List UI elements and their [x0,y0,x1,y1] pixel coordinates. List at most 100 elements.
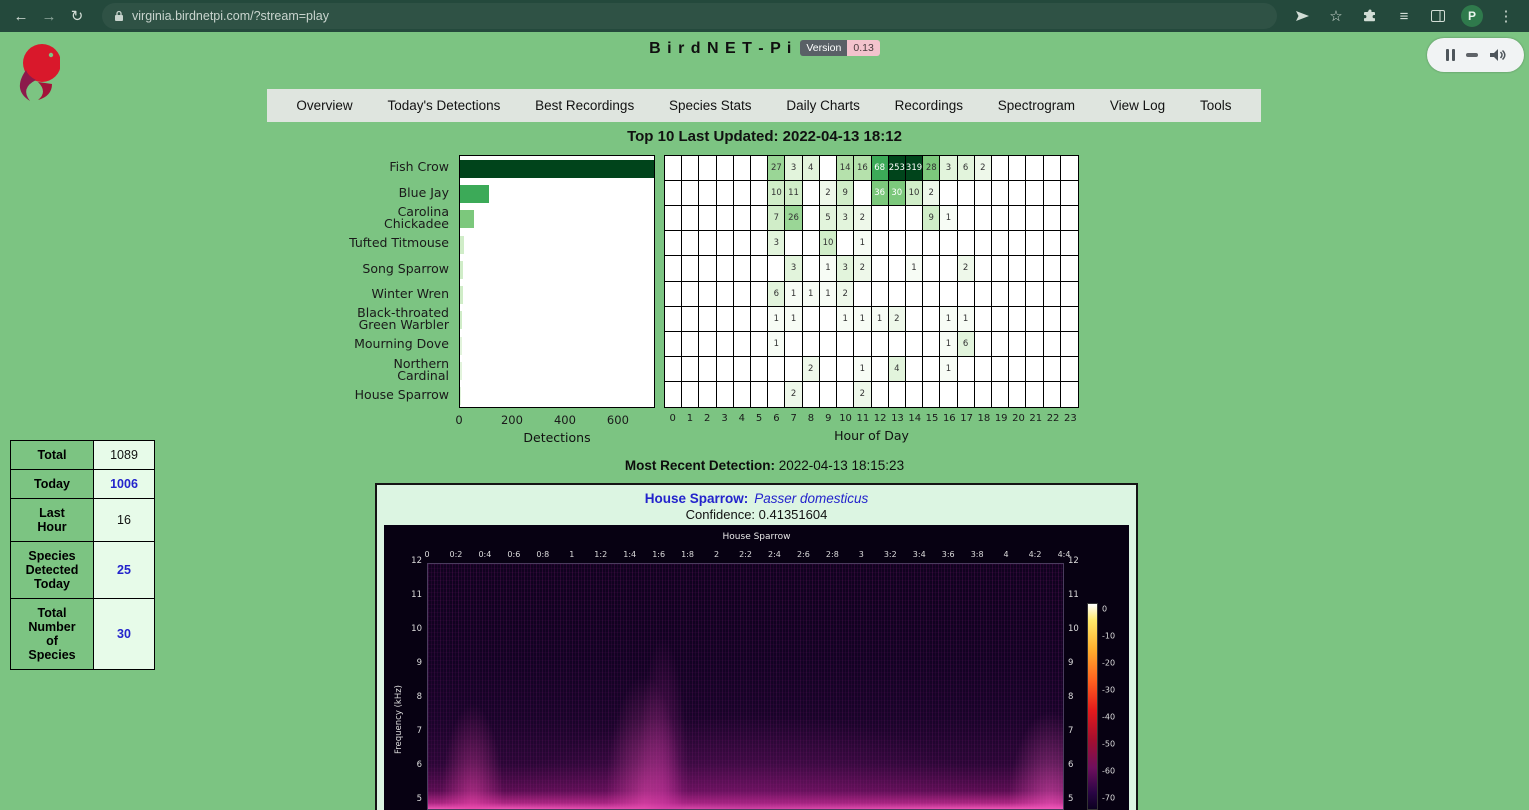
hour-tick-10: 10 [837,413,854,424]
spec-time-tick: 4:2 [1029,550,1042,559]
heatmap-cell [820,156,837,181]
heatmap-cell [889,282,906,307]
heatmap-cell [682,231,699,256]
spec-freq-tick-left: 6 [384,760,422,770]
heatmap-cell [872,256,889,281]
heatmap-cell [803,231,820,256]
heatmap-cell: 1 [854,231,871,256]
heatmap-cell [854,181,871,206]
heatmap-cell [699,256,716,281]
confidence-text: Confidence: 0.41351604 [377,507,1136,522]
heatmap-cell: 3 [837,206,854,231]
heatmap-cell: 1 [958,307,975,332]
heatmap-cell [751,206,768,231]
bookmark-star-icon[interactable]: ☆ [1325,5,1347,27]
heatmap-cell: 2 [803,357,820,382]
heatmap-cell [1009,231,1026,256]
profile-avatar[interactable]: P [1461,5,1483,27]
spec-time-tick: 1:8 [681,550,694,559]
toolbar-right: ☆ ≡ P ⋮ [1291,5,1519,27]
nav-item-overview[interactable]: Overview [296,98,352,113]
extensions-icon[interactable] [1359,5,1381,27]
nav-item-view-log[interactable]: View Log [1110,98,1165,113]
bar-black-throated-green-warbler [460,311,462,329]
heatmap-cell: 2 [854,256,871,281]
heatmap-cell [734,156,751,181]
spec-time-tick: 4 [1004,550,1009,559]
heatmap-cell [734,206,751,231]
heatmap-cell [1061,282,1078,307]
heatmap-cell [734,256,751,281]
spectrogram-colorbar [1087,603,1098,810]
heatmap-cell [699,206,716,231]
bar-xtick-0: 0 [455,413,462,427]
heatmap-cell: 11 [785,181,802,206]
back-icon[interactable]: ← [10,5,32,27]
heatmap-cell [734,332,751,357]
spec-freq-tick-left: 11 [384,590,422,600]
spec-time-tick: 1:2 [594,550,607,559]
spec-time-tick: 0:6 [507,550,520,559]
heatmap-cell [1061,206,1078,231]
heatmap-cell [872,231,889,256]
heatmap-cell [992,332,1009,357]
species-label-tufted-titmouse: Tufted Titmouse [322,231,454,256]
heatmap-cell: 6 [958,156,975,181]
forward-icon[interactable]: → [38,5,60,27]
spec-time-tick: 3:2 [884,550,897,559]
heatmap-cell: 10 [768,181,785,206]
heatmap-cell: 2 [958,256,975,281]
spec-time-tick: 2:2 [739,550,752,559]
heatmap-cell: 319 [906,156,923,181]
spec-time-tick: 2:8 [826,550,839,559]
nav-item-tools[interactable]: Tools [1200,98,1232,113]
heatmap-cell [803,307,820,332]
bar-house-sparrow [460,387,461,405]
address-bar[interactable]: virginia.birdnetpi.com/?stream=play [102,3,1277,29]
spec-time-tick: 0:4 [478,550,491,559]
species-common-name-link[interactable]: House Sparrow: [645,491,749,506]
heatmap-cell [975,382,992,407]
bar-winter-wren [460,286,463,304]
nav-item-best-recordings[interactable]: Best Recordings [535,98,634,113]
menu-kebab-icon[interactable]: ⋮ [1495,5,1517,27]
spec-db-tick: -20 [1102,659,1115,668]
spec-freq-tick-left: 8 [384,692,422,702]
heatmap-cell [958,231,975,256]
heatmap-cell [872,206,889,231]
bar-xtick-200: 200 [501,413,523,427]
bar-chart-species-labels: Fish CrowBlue JayCarolinaChickadeeTufted… [322,155,454,408]
species-scientific-name-link[interactable]: Passer domesticus [754,491,868,506]
heatmap-cell: 4 [889,357,906,382]
bar-blue-jay [460,185,489,203]
hour-tick-22: 22 [1044,413,1061,424]
spec-freq-tick-right: 11 [1068,590,1079,600]
hour-tick-0: 0 [664,413,681,424]
heatmap-cell [940,282,957,307]
heatmap-cell [1009,181,1026,206]
side-panel-icon[interactable] [1427,5,1449,27]
nav-item-recordings[interactable]: Recordings [895,98,963,113]
refresh-icon[interactable]: ↻ [66,5,88,27]
heatmap-cell [992,181,1009,206]
heatmap-cell: 6 [958,332,975,357]
hour-tick-7: 7 [785,413,802,424]
bar-xtick-600: 600 [607,413,629,427]
nav-item-daily-charts[interactable]: Daily Charts [786,98,860,113]
heatmap-cell [717,206,734,231]
bar-chart-xticks: 0200400600 [459,413,655,427]
send-icon[interactable] [1291,5,1313,27]
reading-list-icon[interactable]: ≡ [1393,5,1415,27]
nav-item-species-stats[interactable]: Species Stats [669,98,752,113]
heatmap-cell [751,332,768,357]
heatmap-cell [1044,332,1061,357]
heatmap-cell [992,282,1009,307]
nav-item-spectrogram[interactable]: Spectrogram [998,98,1075,113]
species-label-winter-wren: Winter Wren [322,281,454,306]
heatmap-cell: 10 [820,231,837,256]
heatmap-cell: 16 [854,156,871,181]
spectrogram-image: House Sparrow Frequency (kHz) 00:20:40:6… [384,525,1129,810]
heatmap-cell: 1 [820,282,837,307]
nav-item-today-s-detections[interactable]: Today's Detections [387,98,500,113]
heatmap-cell: 2 [975,156,992,181]
